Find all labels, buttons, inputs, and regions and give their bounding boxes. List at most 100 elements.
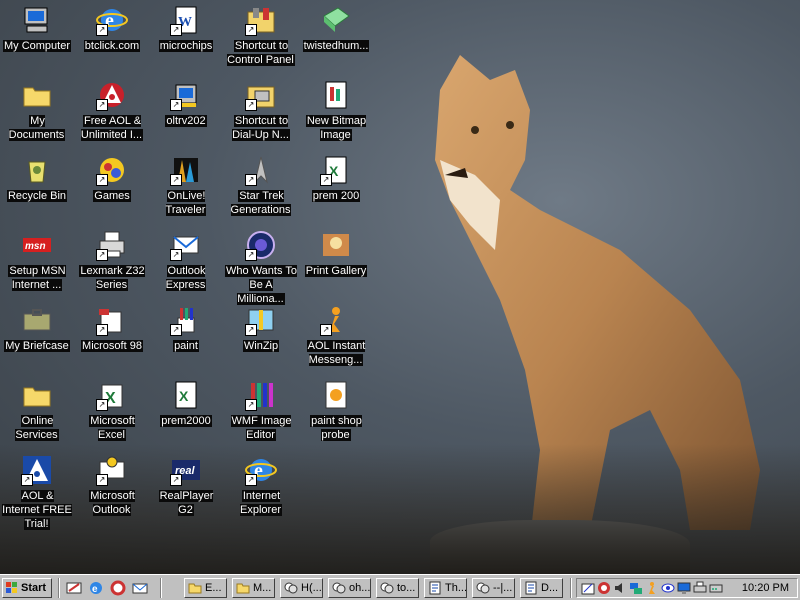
taskbar-window-label: H(... [301,582,322,594]
taskbar-window-button[interactable]: D... [520,578,563,598]
taskbar-window-button[interactable]: H(... [280,578,323,598]
antivirus-icon[interactable] [597,581,611,595]
briefcase-icon [21,304,53,336]
taskbar-window-label: M... [253,582,272,594]
desktop-icon[interactable]: X ↗ prem 200 [299,154,373,203]
realplayer-icon: real ↗ [170,454,202,486]
desktop-icon[interactable]: ↗ Outlook Express [149,229,223,292]
desktop-icon-label: Internet Explorer [240,490,282,516]
desktop-icon[interactable]: W ↗ microchips [149,4,223,53]
folder-icon [21,379,53,411]
winzip-icon: ↗ [245,304,277,336]
svg-text:msn: msn [25,241,46,252]
outlook-express-icon[interactable] [132,580,148,596]
paint-shop-icon [320,379,352,411]
svg-text:e: e [92,584,98,595]
desktop-icon[interactable]: ↗ paint [149,304,223,353]
desktop-icon[interactable]: real ↗ RealPlayer G2 [149,454,223,517]
desktop-icon-label: Microsoft 98 [81,340,143,352]
start-button[interactable]: Start [2,578,52,598]
desktop-icon-label: Who Wants To Be A Milliona... [225,265,297,305]
desktop-icon[interactable]: twistedhum... [299,4,373,53]
desktop-icon-label: btclick.com [83,40,141,52]
shortcut-arrow-icon: ↗ [245,99,257,111]
desktop-icon[interactable]: My Computer [0,4,74,53]
network-icon[interactable] [629,581,643,595]
lifebuoy-icon[interactable] [110,580,126,596]
outlook-express-icon: ↗ [170,229,202,261]
taskbar-window-button[interactable]: oh... [328,578,371,598]
desktop-icon[interactable]: ↗ WinZip [224,304,298,353]
desktop-icon[interactable]: ↗ Shortcut to Dial-Up N... [224,79,298,142]
desktop-icon[interactable]: ↗ WMF Image Editor [224,379,298,442]
desktop-icon[interactable]: e ↗ btclick.com [75,4,149,53]
desktop-icon[interactable]: msn Setup MSN Internet ... [0,229,74,292]
desktop-icon[interactable]: Online Services [0,379,74,442]
desktop-icon[interactable]: ↗ AOL & Internet FREE Trial! [0,454,74,531]
desktop-icon[interactable]: e ↗ Internet Explorer [224,454,298,517]
chat-icon [332,581,346,595]
modem-icon[interactable] [709,581,723,595]
taskbar-window-button[interactable]: E... [184,578,227,598]
ie-icon[interactable]: e [88,580,104,596]
show-desktop-icon[interactable] [66,580,82,596]
taskbar-window-label: to... [397,582,416,594]
volume-icon[interactable] [613,581,627,595]
desktop-icon[interactable]: My Briefcase [0,304,74,353]
svg-text:X: X [179,388,189,404]
taskbar-separator [570,578,572,598]
desktop-icon[interactable]: ↗ Free AOL & Unlimited I... [75,79,149,142]
chat-icon [380,581,394,595]
desktop-icon[interactable]: ↗ Microsoft Outlook [75,454,149,517]
desktop-icon[interactable]: Recycle Bin [0,154,74,203]
dialup-icon: ↗ [245,79,277,111]
desktop-icon-label: Games [93,190,131,202]
outlook-icon: ↗ [96,454,128,486]
desktop-icon-label: WinZip [242,340,280,352]
desktop-icon[interactable]: X ↗ Microsoft Excel [75,379,149,442]
desktop-icon[interactable]: Xprem2000 [149,379,223,428]
excel-doc-icon: X [170,379,202,411]
desktop-icon[interactable]: ↗ Lexmark Z32 Series [75,229,149,292]
chat-icon [284,581,298,595]
taskbar-window-button[interactable]: Th... [424,578,467,598]
desktop-icon[interactable]: My Documents [0,79,74,142]
clock[interactable]: 10:20 PM [742,579,789,597]
desktop-icon[interactable]: New Bitmap Image [299,79,373,142]
desktop-icon-label: WMF Image Editor [230,415,292,441]
desktop-icon[interactable]: ↗ Star Trek Generations [224,154,298,217]
shortcut-arrow-icon: ↗ [96,249,108,261]
recycle-bin-icon [21,154,53,186]
taskbar-window-button[interactable]: --|... [472,578,515,598]
start-label: Start [21,582,47,594]
excel-doc-icon: X ↗ [320,154,352,186]
shortcut-arrow-icon: ↗ [170,99,182,111]
taskbar-window-button[interactable]: M... [232,578,275,598]
desktop-icon[interactable]: ↗ Games [75,154,149,203]
desktop-icon-label: prem2000 [160,415,212,427]
taskbar-window-button[interactable]: to... [376,578,419,598]
control-panel-icon: ↗ [245,4,277,36]
desktop-icon[interactable]: ↗ Microsoft 98 [75,304,149,353]
desktop-icon[interactable]: ↗ OnLive! Traveler [149,154,223,217]
shortcut-arrow-icon: ↗ [96,174,108,186]
desktop-icon[interactable]: ↗ AOL Instant Messeng... [299,304,373,367]
task-scheduler-icon[interactable] [581,581,595,595]
display-icon[interactable] [677,581,691,595]
eye-icon[interactable] [661,581,675,595]
desktop-icon[interactable]: ↗ Shortcut to Control Panel [224,4,298,67]
shortcut-arrow-icon: ↗ [245,249,257,261]
desktop-icon[interactable]: ↗ oltrv202 [149,79,223,128]
desktop-icon[interactable]: Print Gallery [299,229,373,278]
aim-tray-icon[interactable] [645,581,659,595]
package-icon [320,4,352,36]
excel-icon: X ↗ [96,379,128,411]
bitmap-icon [320,79,352,111]
desktop-icon-label: Star Trek Generations [230,190,292,216]
printer-icon: ↗ [96,229,128,261]
desktop-icon-label: Shortcut to Dial-Up N... [232,115,290,141]
desktop-icon[interactable]: ↗ Who Wants To Be A Milliona... [224,229,298,306]
taskbar-window-label: oh... [349,582,371,594]
desktop-icon[interactable]: paint shop probe [299,379,373,442]
printer-tray-icon[interactable] [693,581,707,595]
